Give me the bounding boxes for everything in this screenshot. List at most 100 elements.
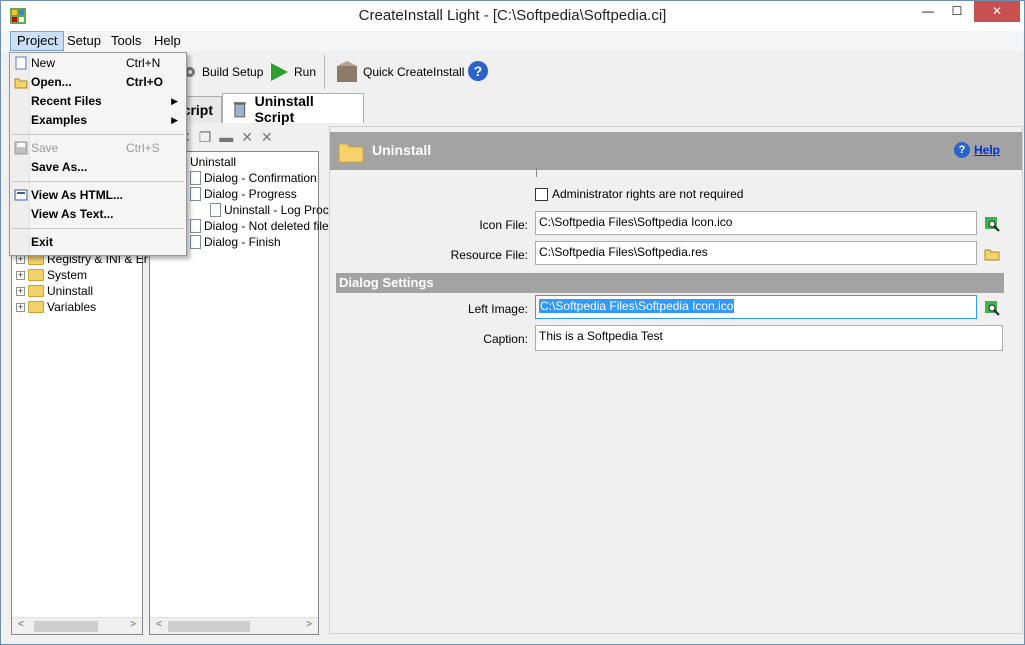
copy-icon[interactable]: ❐ [199,129,212,146]
play-icon [271,63,288,81]
run-label: Run [294,65,317,79]
caption-field[interactable]: This is a Softpedia Test [535,325,1003,351]
scroll-left-icon[interactable]: < [152,619,166,630]
submenu-arrow-icon: ▶ [171,96,178,106]
folder-icon [28,285,44,297]
script-node[interactable]: Dialog - Confirmation [190,170,317,186]
script-node-label: Dialog - Not deleted file [204,219,329,233]
build-setup-label: Build Setup [202,65,264,79]
resource-file-label: Resource File: [450,248,528,262]
script-node-label: Uninstall - Log Proc [224,203,329,217]
tree-item-variables[interactable]: + Variables [16,299,96,315]
details-panel: Uninstall ? Help Administrator rights ar… [329,126,1023,634]
expand-icon[interactable]: + [16,270,25,280]
scroll-left-icon[interactable]: < [14,619,28,630]
close-button[interactable]: ✕ [974,1,1020,22]
selected-text: C:\Softpedia Files\Softpedia Icon.ico [539,299,735,313]
submenu-arrow-icon: ▶ [171,115,178,125]
clear-icon[interactable]: ✕ [261,129,273,146]
scroll-right-icon[interactable]: > [302,619,316,630]
toolbar-separator [324,55,325,89]
menu-item-new[interactable]: New Ctrl+N [10,54,186,73]
tree-item-label: Variables [47,300,97,314]
tree-item-label: Uninstall [47,284,94,298]
left-image-label: Left Image: [467,302,528,316]
open-folder-icon [14,78,28,89]
minimize-button[interactable]: — [913,1,943,22]
trash-icon [233,101,246,117]
menu-separator [12,228,184,229]
help-link[interactable]: Help [974,143,1000,157]
html-page-icon [14,189,28,201]
menu-item-view-html[interactable]: View As HTML... [10,186,186,205]
tree-item-system[interactable]: + System [16,267,87,283]
help-icon[interactable]: ? [467,60,489,82]
app-window: CreateInstall Light - [C:\Softpedia\Soft… [0,0,1025,645]
maximize-button[interactable]: ☐ [942,1,972,22]
menu-project[interactable]: Project [10,31,65,51]
details-header: Uninstall ? Help [330,132,1022,170]
admin-rights-checkbox-row[interactable]: Administrator rights are not required [535,187,743,201]
details-title: Uninstall [372,142,432,158]
horizontal-scrollbar[interactable]: < > [12,617,142,634]
browse-icon[interactable] [984,216,1000,232]
tree-item-label: System [47,268,88,282]
expand-icon[interactable]: + [16,286,25,296]
menu-item-save: Save Ctrl+S [10,139,186,158]
menu-separator [12,181,184,182]
page-icon [190,187,201,201]
script-node[interactable]: Dialog - Finish [190,234,281,250]
help-icon[interactable]: ? [954,142,970,158]
script-node-label: Dialog - Progress [204,187,297,201]
tab-uninstall-script[interactable]: Uninstall Script [222,92,364,125]
folder-icon [28,301,44,313]
menu-item-examples[interactable]: Examples ▶ [10,111,186,130]
script-node-label: Dialog - Confirmation [204,171,317,185]
script-node[interactable]: Uninstall - Log Proc [210,202,329,218]
paste-icon[interactable]: ▬ [219,129,233,145]
script-node-label: Dialog - Finish [204,235,281,249]
browse-icon[interactable] [984,300,1000,316]
menu-item-recent-files[interactable]: Recent Files ▶ [10,92,186,111]
left-image-field[interactable]: C:\Softpedia Files\Softpedia Icon.ico [535,295,977,319]
horizontal-scrollbar[interactable]: < > [150,617,318,634]
menu-separator [12,134,184,135]
open-folder-icon[interactable] [984,246,1000,262]
menu-item-open[interactable]: Open... Ctrl+O [10,73,186,92]
page-icon [190,235,201,249]
menu-item-view-text[interactable]: View As Text... [10,205,186,224]
caption-label: Caption: [483,332,528,346]
tab-install-label: cript [182,102,213,118]
resource-file-field[interactable]: C:\Softpedia Files\Softpedia.res [535,241,977,265]
scroll-thumb[interactable] [168,621,250,632]
script-node-label: Uninstall [190,155,237,169]
menu-help[interactable]: Help [148,31,187,51]
menu-tools[interactable]: Tools [105,31,147,51]
build-setup-button[interactable]: Build Setup [182,59,263,85]
quick-createinstall-button[interactable]: Quick CreateInstall [335,59,464,85]
scroll-right-icon[interactable]: > [126,619,140,630]
folder-icon [338,143,364,163]
menu-bar: Project Setup Tools Help [2,31,1023,51]
icon-file-field[interactable]: C:\Softpedia Files\Softpedia Icon.ico [535,211,977,235]
menu-item-exit[interactable]: Exit [10,233,186,252]
divider [536,167,537,177]
tab-uninstall-label: Uninstall Script [254,92,314,125]
folder-icon [28,269,44,281]
icon-file-label: Icon File: [479,218,528,232]
run-button[interactable]: Run [268,59,316,85]
script-node[interactable]: Dialog - Not deleted file [190,218,329,234]
admin-rights-checkbox[interactable] [535,187,548,201]
box-icon [337,61,357,82]
menu-setup[interactable]: Setup [61,31,107,51]
menu-item-save-as[interactable]: Save As... [10,158,186,177]
title-bar: CreateInstall Light - [C:\Softpedia\Soft… [1,1,1024,31]
expand-icon[interactable]: + [16,302,25,312]
dialog-settings-section: Dialog Settings [336,273,1004,293]
tree-item-uninstall[interactable]: + Uninstall [16,283,93,299]
page-icon [190,219,201,233]
scroll-thumb[interactable] [34,621,98,632]
script-node-uninstall[interactable]: Uninstall [190,154,236,170]
script-node[interactable]: Dialog - Progress [190,186,297,202]
remove-icon[interactable]: ✕ [241,129,253,146]
